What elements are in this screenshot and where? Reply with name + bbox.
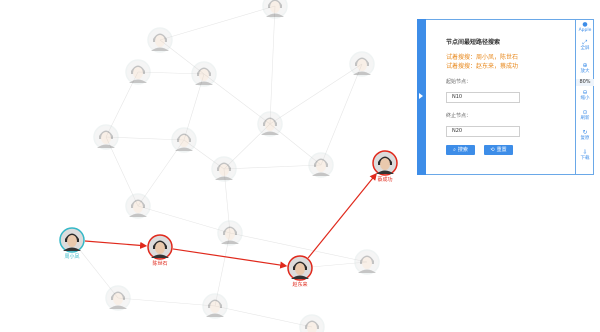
graph-node[interactable] — [211, 156, 237, 182]
avatar-face — [199, 69, 209, 81]
avatar-face — [265, 119, 275, 131]
node-label: 周小凤 — [64, 253, 79, 260]
apple-icon: ● — [582, 21, 588, 28]
graph-edge — [159, 5, 276, 41]
zoom-in-icon: ⊕ — [582, 62, 588, 69]
refresh-label: 刷新 — [580, 116, 590, 121]
start-node-input[interactable]: N10 — [446, 92, 520, 103]
zoom-out-label: 缩小 — [580, 96, 590, 101]
chevron-right-icon — [419, 93, 423, 99]
graph-edge — [320, 63, 363, 166]
end-node-label: 终止节点： — [446, 113, 472, 119]
graph-node[interactable] — [299, 314, 325, 332]
search-button-label: 搜索 — [457, 147, 468, 153]
zoom-in-button[interactable]: ⊕ 放大 — [576, 62, 594, 74]
end-node-input[interactable]: N20 — [446, 126, 520, 137]
graph-node[interactable] — [147, 27, 173, 53]
fullscreen-label: 全屏 — [580, 46, 590, 51]
fullscreen-button[interactable]: ⤢ 全屏 — [576, 39, 594, 51]
avatar-face — [179, 135, 189, 147]
restore-icon: ↻ — [582, 129, 588, 136]
panel-collapse-handle[interactable] — [417, 19, 426, 175]
graph-node[interactable] — [217, 220, 243, 246]
avatar-face — [155, 242, 165, 254]
avatar-face — [362, 257, 372, 269]
apple-button[interactable]: ● Apple — [576, 21, 594, 33]
download-label: 下载 — [580, 156, 590, 161]
graph-edge — [117, 297, 216, 307]
graph-node[interactable] — [125, 193, 151, 219]
zoom-out-icon: ⊖ — [582, 89, 588, 96]
avatar-face — [295, 263, 305, 275]
zoom-level: 80% — [576, 79, 594, 86]
avatar-face — [113, 293, 123, 305]
refresh-icon: ⟲ — [490, 147, 495, 153]
path-node[interactable]: 陈世石 — [147, 234, 173, 267]
fullscreen-icon: ⤢ — [582, 39, 588, 46]
reset-button[interactable]: ⟲ 重置 — [484, 145, 513, 155]
graph-edge — [269, 63, 363, 125]
shortest-path-edge — [172, 248, 288, 269]
graph-nodes: 周小凤陈世石赵东来 蔡成功 — [59, 0, 398, 332]
start-node-label: 起始节点： — [446, 79, 472, 85]
graph-node[interactable] — [191, 61, 217, 87]
zoom-in-label: 放大 — [580, 69, 590, 74]
graph-edge — [223, 164, 322, 170]
avatar-face — [133, 201, 143, 213]
graph-node[interactable] — [262, 0, 288, 19]
graph-node[interactable] — [202, 293, 228, 319]
node-label: 蔡成功 — [377, 176, 392, 183]
path-node[interactable]: 赵东来 — [287, 255, 313, 288]
avatar-face — [270, 1, 280, 13]
graph-edge — [214, 305, 313, 328]
graph-node[interactable] — [257, 111, 283, 137]
graph-node[interactable] — [354, 249, 380, 275]
shortest-path-edge — [84, 240, 148, 250]
reset-button-label: 重置 — [496, 147, 507, 153]
restore-label: 复原 — [580, 136, 590, 141]
apple-label: Apple — [578, 28, 592, 33]
graph-node[interactable] — [349, 51, 375, 77]
path-edges — [84, 172, 377, 269]
node-label: 陈世石 — [152, 260, 167, 267]
zoom-out-button[interactable]: ⊖ 缩小 — [576, 89, 594, 101]
avatar-face — [219, 164, 229, 176]
path-node[interactable]: 蔡成功 — [372, 150, 398, 183]
avatar-face — [225, 228, 235, 240]
refresh-button[interactable]: ⊙ 刷新 — [576, 109, 594, 121]
avatar-face — [67, 235, 77, 247]
avatar-face — [357, 59, 367, 71]
search-icon: ⌕ — [453, 147, 456, 153]
download-icon: ⇩ — [582, 149, 588, 156]
avatar-face — [210, 301, 220, 313]
graph-node[interactable] — [105, 285, 131, 311]
hint-2: 试着搜搜：赵东来，蔡成功 — [446, 63, 519, 70]
graph-node[interactable] — [308, 152, 334, 178]
graph-node[interactable] — [93, 124, 119, 150]
search-button[interactable]: ⌕ 搜索 — [446, 145, 475, 155]
node-label: 赵东来 — [292, 281, 307, 288]
graph-edge — [269, 5, 276, 125]
refresh-icon: ⊙ — [582, 109, 588, 116]
avatar-face — [101, 132, 111, 144]
avatar-face — [380, 158, 390, 170]
download-button[interactable]: ⇩ 下载 — [576, 149, 594, 161]
path-node[interactable]: 周小凤 — [59, 227, 85, 260]
hint-1: 试着搜搜：周小凤，陈世石 — [446, 54, 519, 61]
graph-edge — [137, 205, 231, 234]
avatar-face — [133, 67, 143, 79]
graph-node[interactable] — [171, 127, 197, 153]
avatar-face — [316, 160, 326, 172]
shortest-path-edge — [307, 172, 377, 259]
restore-button[interactable]: ↻ 复原 — [576, 129, 594, 141]
avatar-face — [155, 35, 165, 47]
graph-node[interactable] — [125, 59, 151, 85]
panel-title: 节点间最短路径搜索 — [446, 39, 501, 46]
